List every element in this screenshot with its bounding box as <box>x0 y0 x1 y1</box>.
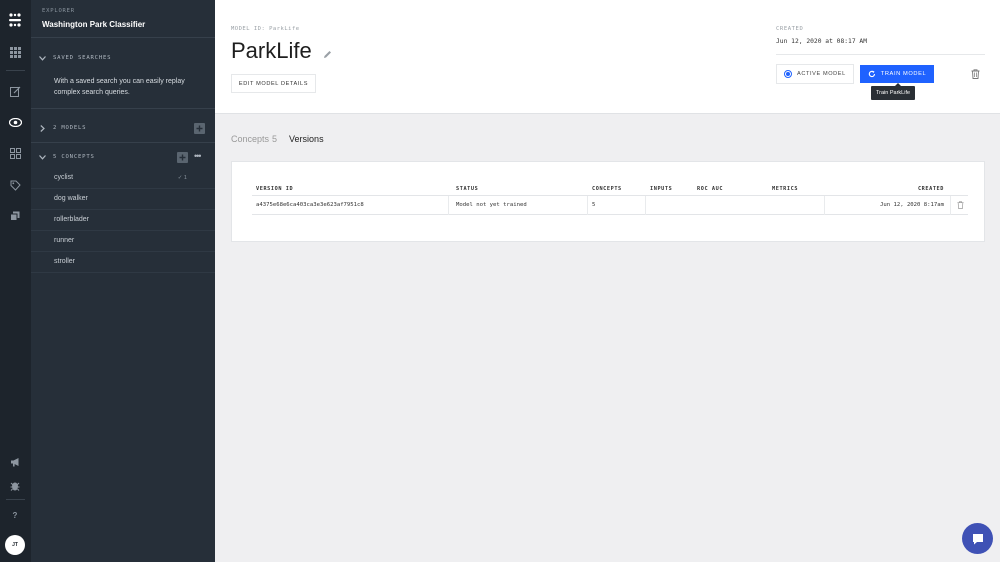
add-model-button[interactable] <box>194 123 205 134</box>
versions-table: VERSION ID STATUS CONCEPTS INPUTS ROC AU… <box>252 181 968 215</box>
concept-label: dog walker <box>54 195 88 202</box>
header-divider <box>776 54 985 55</box>
concept-label: stroller <box>54 258 76 265</box>
concept-item[interactable]: stroller <box>31 252 215 273</box>
explorer-sidebar: EXPLORER Washington Park Classifier SAVE… <box>31 0 215 562</box>
saved-searches-description: With a saved search you can easily repla… <box>54 78 185 96</box>
column-header: STATUS <box>456 186 479 192</box>
saved-searches-title: SAVED SEARCHES <box>53 55 112 61</box>
model-id: MODEL ID: ParkLife <box>231 26 300 32</box>
created-label: CREATED <box>776 26 804 32</box>
column-header: CONCEPTS <box>592 186 622 192</box>
column-header: CREATED <box>917 186 944 192</box>
concept-item[interactable]: cyclist ✓ 1 <box>31 168 215 189</box>
active-model-label: ACTIVE MODEL <box>797 71 846 77</box>
help-icon[interactable]: ? <box>7 507 23 523</box>
concept-item[interactable]: runner <box>31 231 215 252</box>
sidebar-divider <box>31 142 215 143</box>
table-header-row: VERSION ID STATUS CONCEPTS INPUTS ROC AU… <box>252 181 968 196</box>
column-header: VERSION ID <box>256 186 294 192</box>
concepts-toggle[interactable]: 5 CONCEPTS <box>39 151 95 163</box>
plus-icon <box>196 125 203 132</box>
chevron-down-icon <box>39 55 46 61</box>
avatar[interactable]: JT <box>5 535 25 555</box>
concept-item[interactable]: dog walker <box>31 189 215 210</box>
sidebar-eyebrow: EXPLORER <box>42 8 75 14</box>
concept-label: cyclist <box>54 174 74 181</box>
versions-card: VERSION ID STATUS CONCEPTS INPUTS ROC AU… <box>231 161 985 242</box>
active-model-radio[interactable]: ACTIVE MODEL <box>776 64 854 84</box>
concepts-title: 5 CONCEPTS <box>53 154 95 160</box>
train-tooltip: Train ParkLife <box>871 83 916 100</box>
tab-label: Versions <box>289 134 324 144</box>
edit-model-details-button[interactable]: EDIT MODEL DETAILS <box>231 74 316 93</box>
models-title: 2 MODELS <box>53 125 87 131</box>
tab-count: 5 <box>272 134 278 144</box>
created-cell: Jun 12, 2020 8:17am <box>880 202 944 208</box>
concept-label: rollerblader <box>54 216 90 223</box>
column-header: INPUTS <box>650 186 673 192</box>
app-logo-icon[interactable] <box>7 12 23 28</box>
concept-label: runner <box>54 237 75 244</box>
concepts-cell: 5 <box>592 202 596 208</box>
train-model-button[interactable]: TRAIN MODEL <box>860 65 934 83</box>
chevron-right-icon <box>40 124 45 132</box>
column-header: ROC AUC <box>697 186 724 192</box>
bug-icon[interactable] <box>7 477 23 493</box>
version-id-cell: a4375e68e6ca403ca3e3e623af7951c8 <box>256 202 364 208</box>
chat-bubble-icon <box>972 533 983 544</box>
tab-bar: Concepts 5 Versions <box>231 134 324 144</box>
model-name: ParkLife <box>231 38 312 63</box>
models-toggle[interactable]: 2 MODELS <box>39 122 86 134</box>
delete-version-icon[interactable] <box>957 201 964 209</box>
tab-versions[interactable]: Versions <box>289 134 324 144</box>
main-content: MODEL ID: ParkLife ParkLife EDIT MODEL D… <box>215 0 1000 562</box>
model-header: MODEL ID: ParkLife ParkLife EDIT MODEL D… <box>215 0 1000 114</box>
plus-icon <box>179 154 186 161</box>
concept-item[interactable]: rollerblader <box>31 210 215 231</box>
train-model-label: TRAIN MODEL <box>880 71 927 77</box>
table-row[interactable]: a4375e68e6ca403ca3e3e623af7951c8 Model n… <box>252 196 968 215</box>
column-header: METRICS <box>772 186 799 192</box>
rail-divider <box>6 70 25 71</box>
tag-icon[interactable] <box>7 177 23 193</box>
edit-icon[interactable] <box>7 83 23 99</box>
concepts-more-button[interactable]: ••• <box>194 151 202 161</box>
saved-searches-toggle[interactable]: SAVED SEARCHES <box>39 52 111 64</box>
announcement-icon[interactable] <box>7 454 23 470</box>
chevron-down-icon <box>39 154 46 160</box>
tab-label: Concepts <box>231 134 270 144</box>
trash-icon[interactable] <box>971 69 980 79</box>
explorer-eye-icon[interactable] <box>7 114 23 130</box>
app-name: Washington Park Classifier <box>42 20 146 29</box>
radio-selected-icon <box>784 70 792 78</box>
concept-count: ✓ 1 <box>177 175 187 181</box>
pencil-icon[interactable] <box>323 50 332 59</box>
rail-divider <box>6 499 25 500</box>
sidebar-divider <box>31 108 215 109</box>
status-cell: Model not yet trained <box>456 202 527 208</box>
sidebar-header: EXPLORER Washington Park Classifier <box>31 0 215 38</box>
icon-rail: ? JT <box>0 0 31 562</box>
dashboard-icon[interactable] <box>7 145 23 161</box>
apps-grid-icon[interactable] <box>7 44 23 60</box>
copy-icon[interactable] <box>7 208 23 224</box>
chat-button[interactable] <box>962 523 993 554</box>
refresh-icon <box>868 70 875 78</box>
add-concept-button[interactable] <box>177 152 188 163</box>
created-value: Jun 12, 2020 at 08:17 AM <box>776 38 867 45</box>
tab-concepts[interactable]: Concepts 5 <box>231 134 277 144</box>
